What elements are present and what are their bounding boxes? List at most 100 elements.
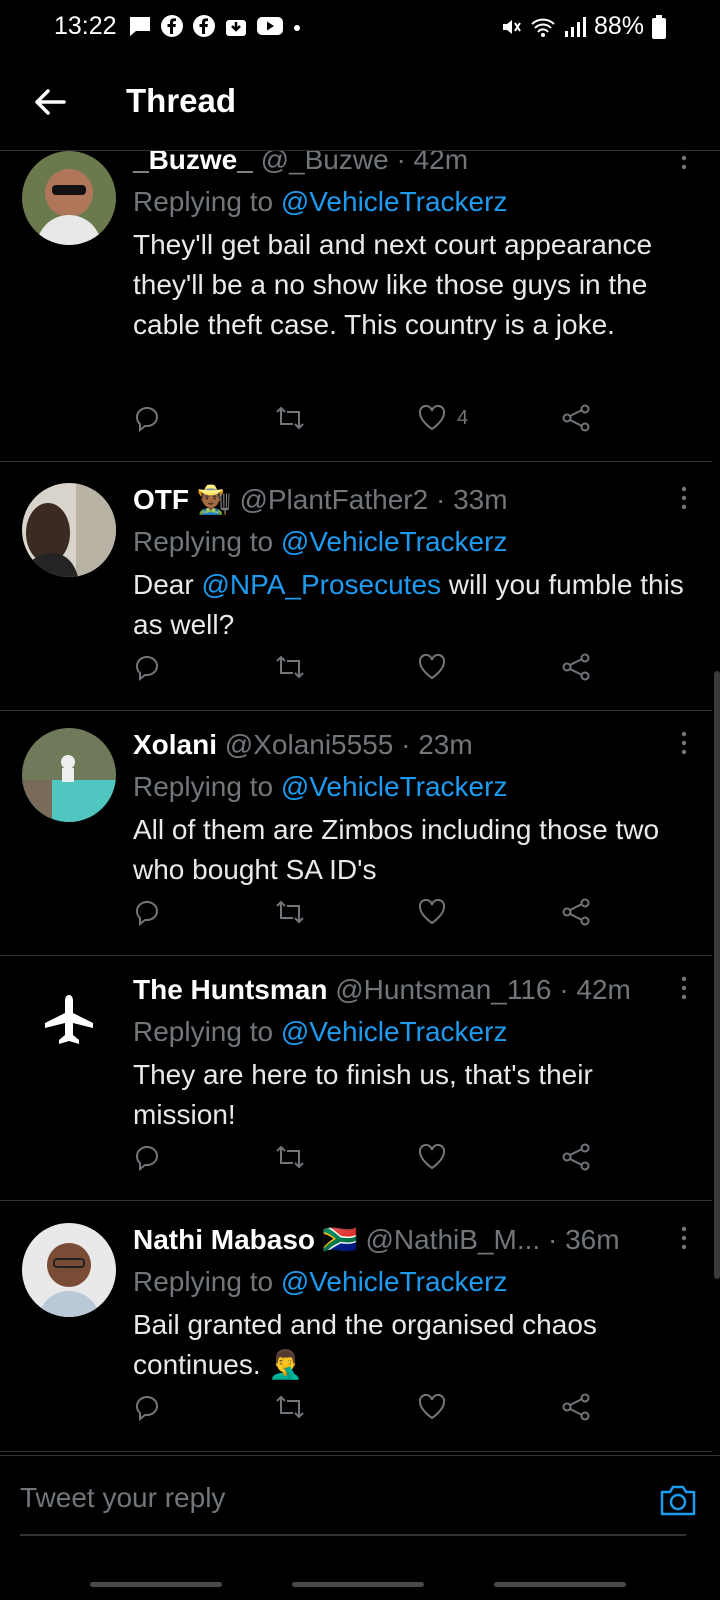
tweet[interactable]: Nathi Mabaso 🇿🇦 @NathiB_M... · 36m Reply… — [0, 1201, 712, 1452]
retweet-button[interactable] — [273, 892, 307, 932]
reply-button[interactable] — [133, 647, 163, 687]
tweet-text: Dear @NPA_Prosecutes will you fumble thi… — [133, 565, 694, 645]
tweet-actions — [133, 1387, 613, 1427]
share-button[interactable] — [561, 398, 591, 438]
heart-icon — [418, 1143, 446, 1170]
tweet-time: 42m — [413, 151, 469, 175]
reply-button[interactable] — [133, 398, 163, 438]
scrollbar[interactable] — [714, 671, 720, 1279]
share-button[interactable] — [561, 647, 591, 687]
name-emoji: 🇿🇦 — [322, 1224, 358, 1255]
retweet-button[interactable] — [273, 398, 307, 438]
avatar[interactable] — [22, 728, 116, 822]
share-icon — [562, 898, 590, 926]
tweet-actions — [133, 892, 613, 932]
separator: · — [396, 151, 406, 175]
more-options-icon[interactable] — [674, 728, 694, 758]
separator: · — [401, 729, 411, 760]
battery-percent: 88% — [593, 12, 644, 40]
replying-to-mention[interactable]: @VehicleTrackerz — [281, 526, 508, 557]
status-bar: 13:22 88% — [0, 0, 720, 54]
tweet-time: 42m — [576, 974, 631, 1005]
download-icon — [226, 20, 246, 36]
replying-to-mention[interactable]: @VehicleTrackerz — [281, 1016, 508, 1047]
heart-icon — [418, 653, 446, 680]
tweet-text: They are here to finish us, that's their… — [133, 1059, 593, 1130]
reply-button[interactable] — [133, 1387, 163, 1427]
tweet-text: They'll get bail and next court appearan… — [133, 229, 653, 340]
comment-icon — [136, 407, 158, 433]
like-button[interactable] — [417, 892, 447, 932]
camera-icon[interactable] — [658, 1480, 698, 1520]
name-emoji: 👨🏾‍🌾 — [196, 484, 232, 515]
tweet-mention[interactable]: @NPA_Prosecutes — [201, 569, 441, 600]
display-name[interactable]: The Huntsman — [133, 974, 327, 1005]
tweet-header: OTF 👨🏾‍🌾 @PlantFather2 · 33m — [133, 483, 694, 517]
avatar[interactable] — [22, 1223, 116, 1317]
like-button[interactable] — [417, 647, 447, 687]
reply-button[interactable] — [133, 1137, 163, 1177]
display-name[interactable]: _Buzwe_ — [133, 151, 253, 175]
comment-icon — [136, 901, 158, 927]
replying-prefix: Replying to — [133, 1016, 274, 1047]
tweet-actions — [133, 1137, 613, 1177]
like-button[interactable] — [417, 1137, 447, 1177]
youtube-icon — [257, 17, 283, 35]
more-options-icon[interactable] — [674, 483, 694, 513]
user-handle[interactable]: @Huntsman_116 — [335, 974, 551, 1005]
share-button[interactable] — [561, 892, 591, 932]
separator: · — [547, 1224, 558, 1255]
nav-recents[interactable] — [90, 1582, 222, 1587]
avatar[interactable] — [22, 973, 116, 1067]
tweet-time: 23m — [418, 729, 473, 760]
mute-icon — [502, 19, 521, 34]
replying-to-mention[interactable]: @VehicleTrackerz — [281, 186, 508, 217]
user-handle[interactable]: @NathiB_M... — [365, 1224, 540, 1255]
thread-feed[interactable]: _Buzwe_ @_Buzwe · 42m Replying to @Vehic… — [0, 151, 720, 1483]
heart-icon — [418, 1393, 446, 1420]
facebook-icon — [193, 15, 215, 37]
user-handle[interactable]: @_Buzwe — [261, 151, 389, 175]
nav-home[interactable] — [292, 1582, 424, 1587]
display-name[interactable]: Nathi Mabaso — [133, 1224, 315, 1255]
tweet[interactable]: _Buzwe_ @_Buzwe · 42m Replying to @Vehic… — [0, 151, 712, 462]
retweet-button[interactable] — [273, 1137, 307, 1177]
tweet-content: The Huntsman @Huntsman_116 · 42m Replyin… — [133, 973, 694, 1135]
avatar[interactable] — [22, 151, 116, 245]
user-handle[interactable]: @PlantFather2 — [239, 484, 428, 515]
replying-to: Replying to @VehicleTrackerz — [133, 525, 694, 559]
replying-prefix: Replying to — [133, 1266, 274, 1297]
tweet-header: Xolani @Xolani5555 · 23m — [133, 728, 694, 762]
display-name[interactable]: OTF — [133, 484, 189, 515]
retweet-button[interactable] — [273, 1387, 307, 1427]
more-options-icon[interactable] — [674, 973, 694, 1003]
user-handle[interactable]: @Xolani5555 — [225, 729, 394, 760]
tweet-text-pre: Dear — [133, 569, 202, 600]
retweet-button[interactable] — [273, 647, 307, 687]
tweet[interactable]: The Huntsman @Huntsman_116 · 42m Replyin… — [0, 956, 712, 1201]
reply-input[interactable]: Tweet your reply — [20, 1482, 620, 1524]
system-nav-bar — [0, 1570, 720, 1600]
display-name[interactable]: Xolani — [133, 729, 217, 760]
tweet-content: Nathi Mabaso 🇿🇦 @NathiB_M... · 36m Reply… — [133, 1223, 694, 1385]
tweet[interactable]: Xolani @Xolani5555 · 23m Replying to @Ve… — [0, 711, 712, 956]
more-options-icon[interactable] — [674, 1223, 694, 1253]
replying-to-mention[interactable]: @VehicleTrackerz — [281, 1266, 508, 1297]
share-button[interactable] — [561, 1387, 591, 1427]
avatar[interactable] — [22, 483, 116, 577]
nav-back[interactable] — [494, 1582, 626, 1587]
reply-button[interactable] — [133, 892, 163, 932]
share-button[interactable] — [561, 1137, 591, 1177]
replying-to-mention[interactable]: @VehicleTrackerz — [281, 771, 508, 802]
like-button[interactable] — [417, 1387, 447, 1427]
retweet-icon — [276, 900, 304, 924]
more-options-icon[interactable] — [674, 151, 694, 173]
tweet[interactable]: OTF 👨🏾‍🌾 @PlantFather2 · 33m Replying to… — [0, 461, 712, 711]
replying-to: Replying to @VehicleTrackerz — [133, 1015, 694, 1049]
tweet-text: Bail granted and the organised chaos con… — [133, 1309, 597, 1380]
facebook-icon — [161, 15, 183, 37]
like-button[interactable]: 4 — [417, 398, 468, 438]
back-arrow-icon[interactable] — [32, 84, 68, 120]
tweet-header: _Buzwe_ @_Buzwe · 42m — [133, 151, 694, 177]
retweet-icon — [276, 1145, 304, 1169]
